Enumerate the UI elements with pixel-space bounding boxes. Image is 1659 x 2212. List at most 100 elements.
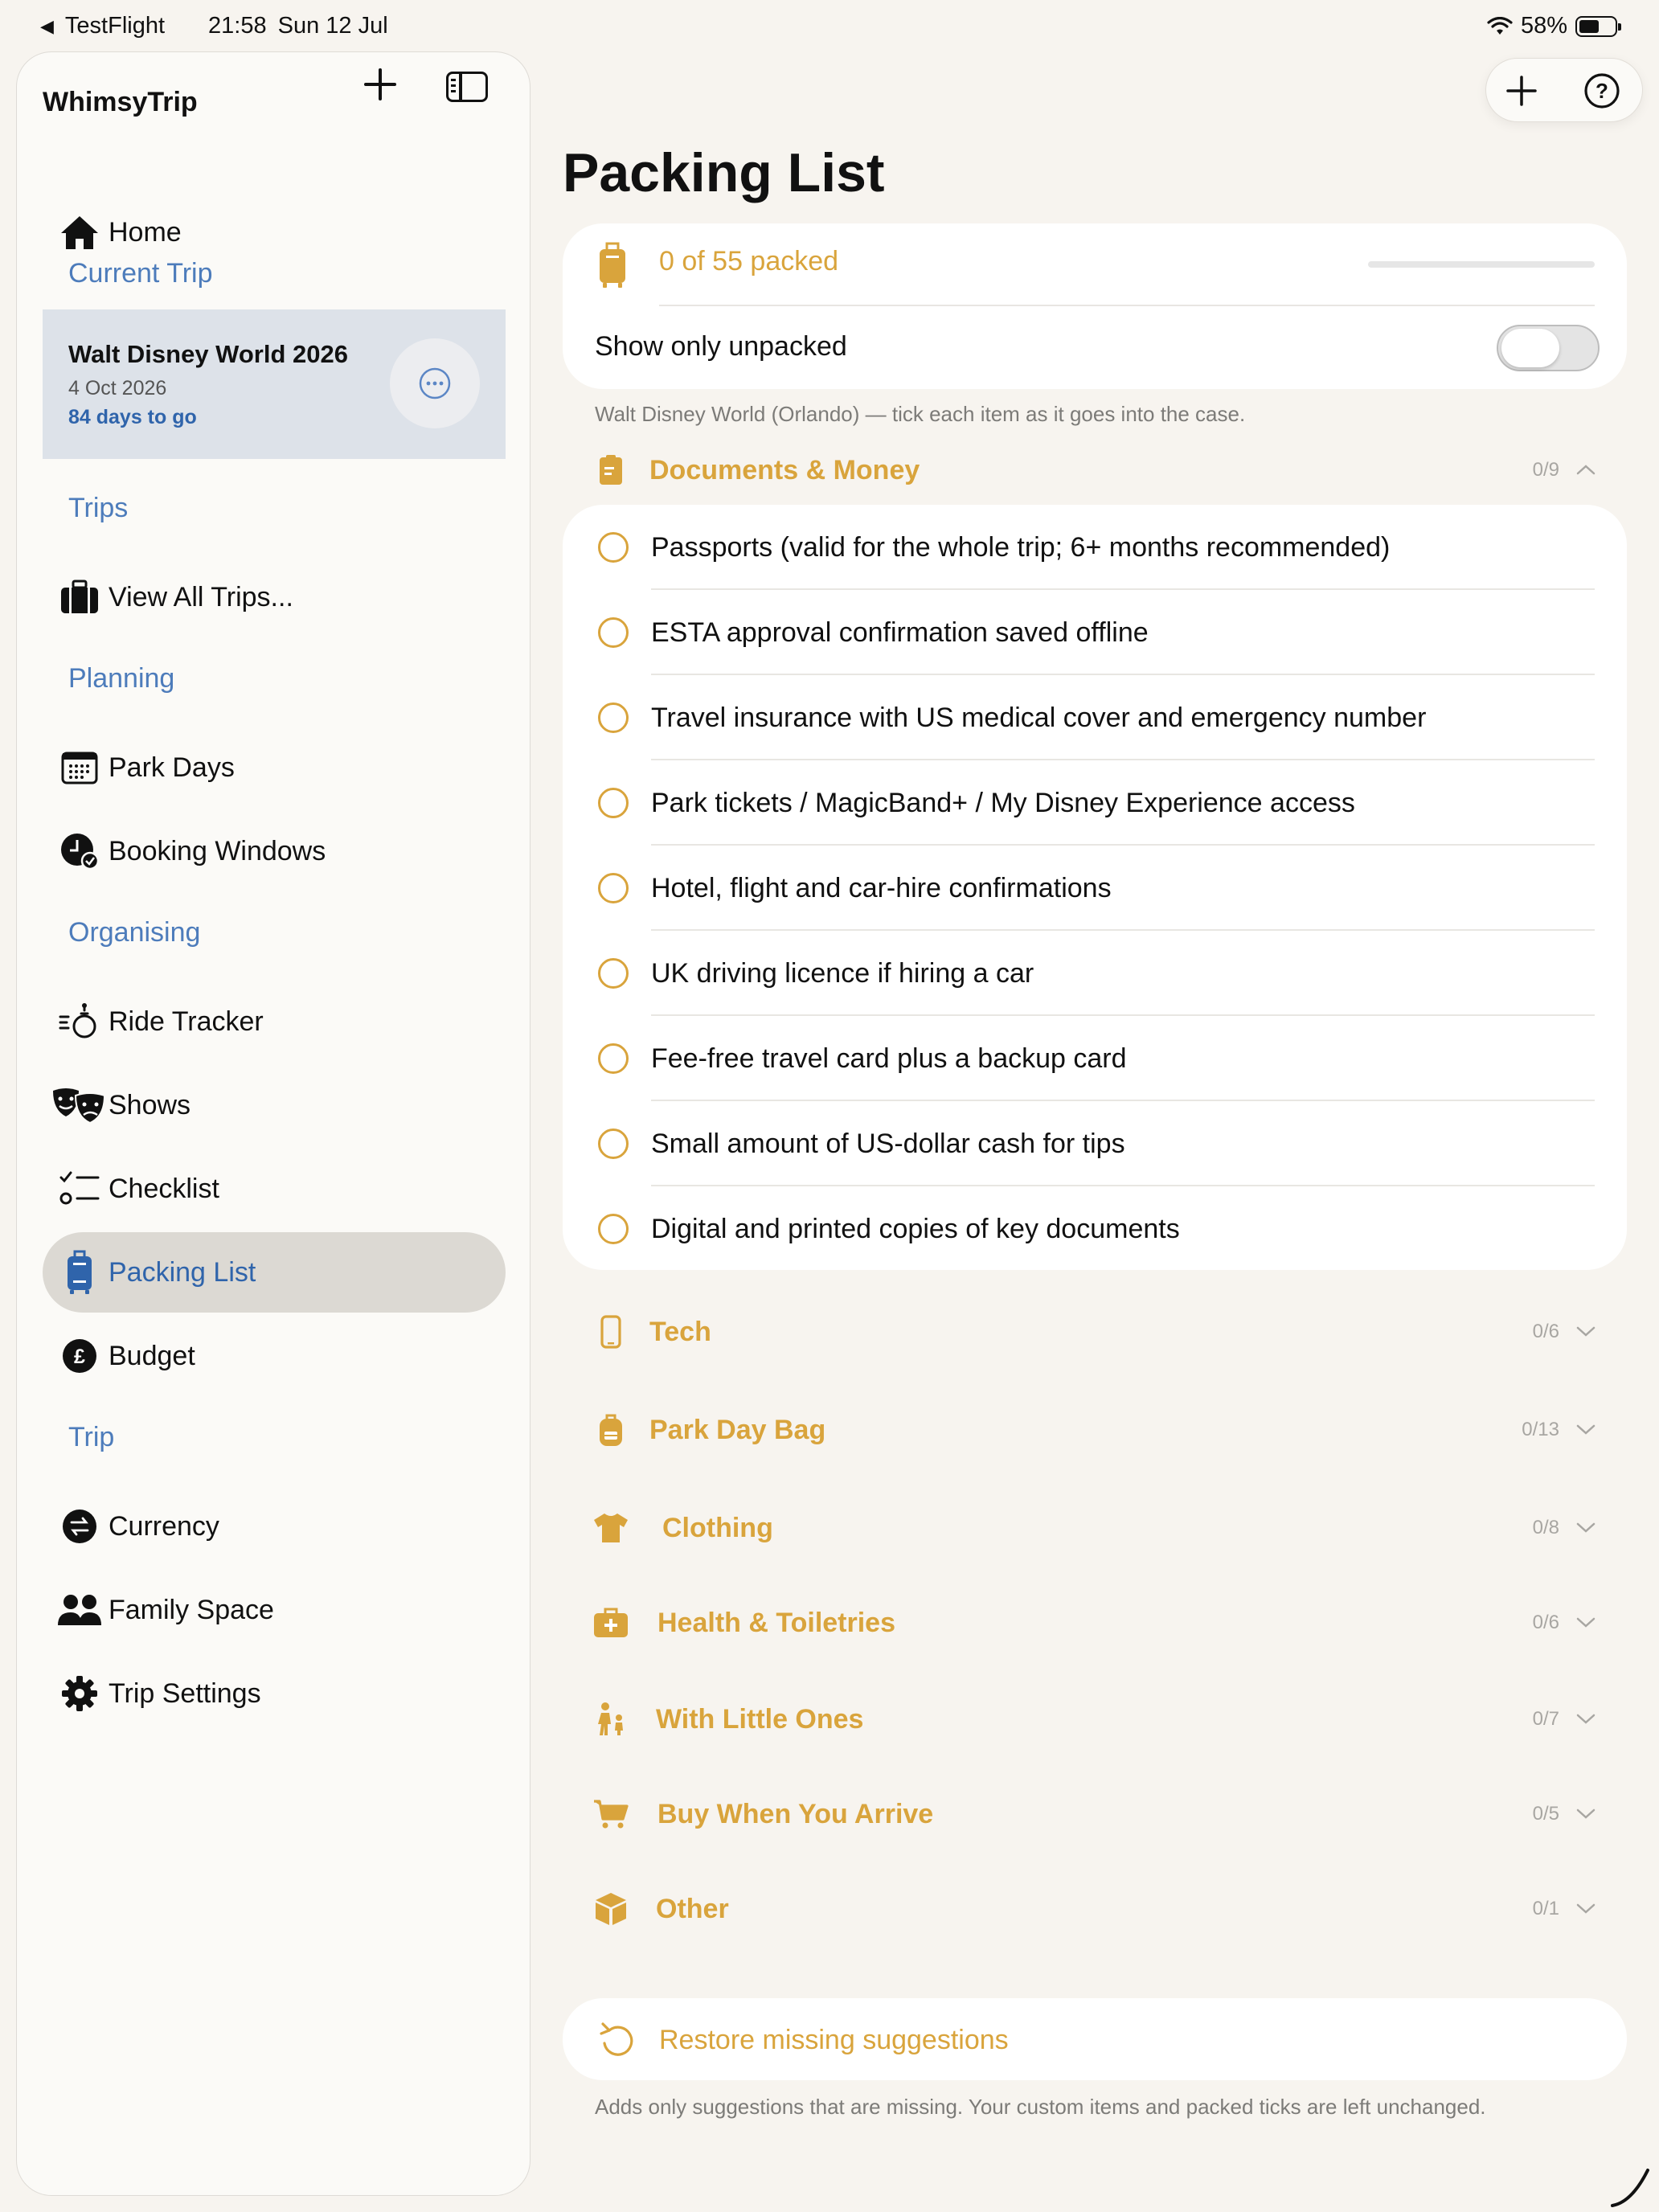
item-checkbox[interactable]	[598, 1214, 629, 1244]
item-label: UK driving licence if hiring a car	[651, 958, 1034, 989]
trip-more-button[interactable]	[390, 338, 480, 428]
packing-item[interactable]: ESTA approval confirmation saved offline	[563, 590, 1627, 675]
back-app-label[interactable]: TestFlight	[65, 13, 165, 39]
pound-circle-icon: £	[51, 1316, 109, 1396]
category-count: 0/6	[1532, 1612, 1559, 1633]
ellipsis-circle-icon	[419, 367, 451, 399]
svg-text:£: £	[74, 1346, 85, 1368]
item-checkbox[interactable]	[598, 873, 629, 903]
back-arrow-icon[interactable]: ◀	[40, 16, 54, 37]
tshirt-icon	[587, 1500, 635, 1556]
chevron-down-icon	[1576, 1326, 1596, 1337]
sidebar-item-ride-tracker[interactable]: Ride Tracker	[43, 981, 506, 1062]
restore-suggestions-button[interactable]: Restore missing suggestions	[563, 1998, 1627, 2080]
category-label: Other	[656, 1893, 729, 1924]
category-count: 0/6	[1532, 1321, 1559, 1342]
category-label: Clothing	[662, 1512, 773, 1543]
chevron-down-icon	[1576, 1617, 1596, 1628]
sidebar-item-label: Checklist	[109, 1173, 219, 1204]
current-trip-card[interactable]: Walt Disney World 2026 4 Oct 2026 84 day…	[43, 309, 506, 459]
category-header[interactable]: Health & Toiletries 0/6	[587, 1595, 1600, 1651]
document-icon	[587, 442, 635, 498]
section-organising: Organising	[68, 917, 201, 948]
battery-percent: 58%	[1520, 13, 1567, 39]
category-count: 0/9	[1532, 459, 1559, 481]
clock-badge-icon	[51, 811, 109, 891]
category-count: 0/8	[1532, 1517, 1559, 1538]
category-label: Health & Toiletries	[657, 1607, 895, 1638]
packing-item[interactable]: Passports (valid for the whole trip; 6+ …	[563, 505, 1627, 590]
packing-item[interactable]: Digital and printed copies of key docume…	[563, 1186, 1627, 1272]
documents-money-list: Passports (valid for the whole trip; 6+ …	[563, 505, 1627, 1270]
item-checkbox[interactable]	[598, 1129, 629, 1159]
category-count: 0/7	[1532, 1708, 1559, 1730]
help-button[interactable]: ?	[1583, 72, 1621, 110]
plus-icon	[1506, 76, 1537, 106]
packing-item[interactable]: Small amount of US-dollar cash for tips	[563, 1101, 1627, 1186]
luggage-icon	[596, 241, 629, 293]
packed-count: 0 of 55 packed	[659, 246, 839, 276]
sidebar-item-view-all-trips[interactable]: View All Trips...	[43, 557, 506, 637]
chevron-down-icon	[1576, 1522, 1596, 1533]
item-checkbox[interactable]	[598, 788, 629, 818]
show-only-unpacked-label: Show only unpacked	[595, 331, 847, 362]
sidebar-toggle-button[interactable]	[446, 72, 488, 102]
top-actions: ?	[1485, 58, 1643, 122]
category-header-documents-money[interactable]: Documents & Money 0/9	[587, 442, 1600, 498]
restore-arrow-icon	[598, 2021, 635, 2065]
packing-summary-card: 0 of 55 packed Show only unpacked	[563, 223, 1627, 389]
sidebar-item-label: Trip Settings	[109, 1677, 261, 1709]
sidebar-item-booking-windows[interactable]: Booking Windows	[43, 811, 506, 891]
calendar-icon	[51, 727, 109, 808]
sidebar-item-budget[interactable]: £ Budget	[43, 1316, 506, 1396]
item-checkbox[interactable]	[598, 703, 629, 733]
item-label: Travel insurance with US medical cover a…	[651, 703, 1427, 733]
packing-item[interactable]: Park tickets / MagicBand+ / My Disney Ex…	[563, 760, 1627, 846]
pencil-scribble-icon	[1611, 2169, 1649, 2207]
section-planning: Planning	[68, 663, 175, 694]
sidebar-item-family-space[interactable]: Family Space	[43, 1570, 506, 1650]
sidebar-item-checklist[interactable]: Checklist	[43, 1149, 506, 1229]
restore-label: Restore missing suggestions	[659, 2025, 1009, 2055]
item-checkbox[interactable]	[598, 958, 629, 989]
ride-tracker-icon	[51, 981, 109, 1062]
chevron-up-icon	[1576, 465, 1596, 475]
sidebar-item-shows[interactable]: Shows	[43, 1065, 506, 1145]
add-item-button[interactable]	[1502, 72, 1541, 110]
category-header[interactable]: Other 0/1	[587, 1881, 1600, 1937]
category-header[interactable]: Tech 0/6	[587, 1304, 1600, 1360]
packing-item[interactable]: Travel insurance with US medical cover a…	[563, 675, 1627, 760]
theater-masks-icon	[51, 1065, 109, 1145]
item-checkbox[interactable]	[598, 1043, 629, 1074]
sidebar-item-currency[interactable]: Currency	[43, 1486, 506, 1567]
packing-item[interactable]: Fee-free travel card plus a backup card	[563, 1016, 1627, 1101]
show-only-unpacked-row: Show only unpacked	[563, 305, 1627, 389]
cart-icon	[587, 1786, 635, 1842]
sidebar-item-packing-list[interactable]: Packing List	[43, 1232, 506, 1313]
checklist-icon	[51, 1149, 109, 1229]
packed-status-row: 0 of 55 packed	[563, 223, 1627, 305]
item-checkbox[interactable]	[598, 532, 629, 563]
item-label: Digital and printed copies of key docume…	[651, 1214, 1180, 1244]
sidebar-item-trip-settings[interactable]: Trip Settings	[43, 1653, 506, 1734]
category-header[interactable]: Buy When You Arrive 0/5	[587, 1786, 1600, 1842]
section-current-trip: Current Trip	[68, 258, 213, 289]
category-label: Tech	[649, 1316, 711, 1347]
show-only-unpacked-toggle[interactable]	[1497, 325, 1600, 371]
category-header[interactable]: Clothing 0/8	[587, 1500, 1600, 1556]
item-label: Small amount of US-dollar cash for tips	[651, 1129, 1125, 1159]
trip-countdown: 84 days to go	[68, 406, 197, 428]
category-label: Buy When You Arrive	[657, 1798, 934, 1829]
currency-exchange-icon	[51, 1486, 109, 1567]
status-time: 21:58	[208, 13, 267, 39]
packing-item[interactable]: Hotel, flight and car-hire confirmations	[563, 846, 1627, 931]
category-header[interactable]: Park Day Bag 0/13	[587, 1402, 1600, 1458]
category-header[interactable]: With Little Ones 0/7	[587, 1691, 1600, 1747]
people-icon	[51, 1570, 109, 1650]
sidebar-item-park-days[interactable]: Park Days	[43, 727, 506, 808]
chevron-down-icon	[1576, 1903, 1596, 1914]
packing-item[interactable]: UK driving licence if hiring a car	[563, 931, 1627, 1016]
sidebar-item-label: View All Trips...	[109, 581, 293, 612]
add-trip-button[interactable]	[361, 65, 399, 104]
item-checkbox[interactable]	[598, 617, 629, 648]
